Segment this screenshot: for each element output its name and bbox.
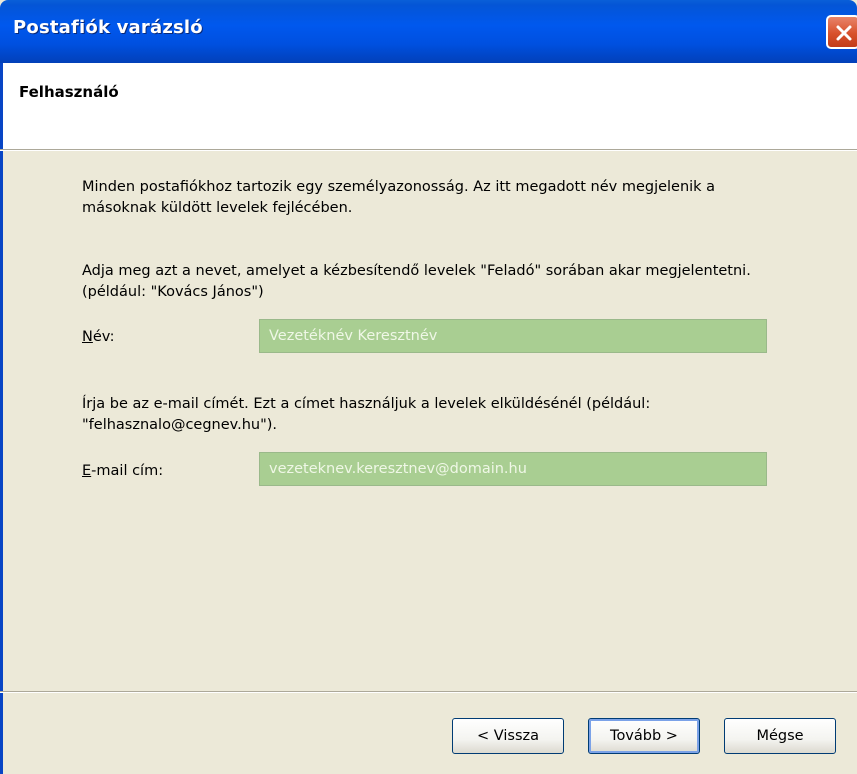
page-heading: Felhasználó — [19, 83, 119, 101]
close-icon — [836, 25, 852, 41]
email-field[interactable] — [259, 452, 767, 486]
window-left-border — [0, 151, 3, 774]
name-instructions: Adja meg azt a nevet, amelyet a kézbesít… — [82, 263, 751, 300]
back-button[interactable]: < Vissza — [452, 718, 564, 754]
header-panel: Felhasználó — [0, 63, 857, 149]
intro-text: Minden postafiókhoz tartozik egy személy… — [82, 179, 716, 216]
email-label-text: -mail cím: — [91, 463, 164, 479]
window-title: Postafiók varázsló — [13, 17, 203, 38]
name-field[interactable] — [259, 319, 767, 353]
title-bar[interactable]: Postafiók varázsló — [0, 0, 857, 63]
header-divider-highlight — [0, 150, 857, 151]
cancel-button[interactable]: Mégse — [724, 718, 836, 754]
name-label: Név: — [82, 329, 114, 345]
name-label-text: év: — [92, 329, 115, 345]
wizard-window: Postafiók varázsló Felhasználó Minden po… — [0, 0, 857, 774]
next-button[interactable]: Tovább > — [588, 718, 700, 754]
name-label-accelerator: N — [82, 329, 93, 345]
email-label: E-mail cím: — [82, 463, 163, 479]
close-button[interactable] — [826, 15, 857, 49]
email-label-accelerator: E — [82, 463, 92, 479]
footer-divider-highlight — [0, 692, 857, 693]
email-instructions: Írja be az e-mail címét. Ezt a címet has… — [82, 396, 651, 433]
